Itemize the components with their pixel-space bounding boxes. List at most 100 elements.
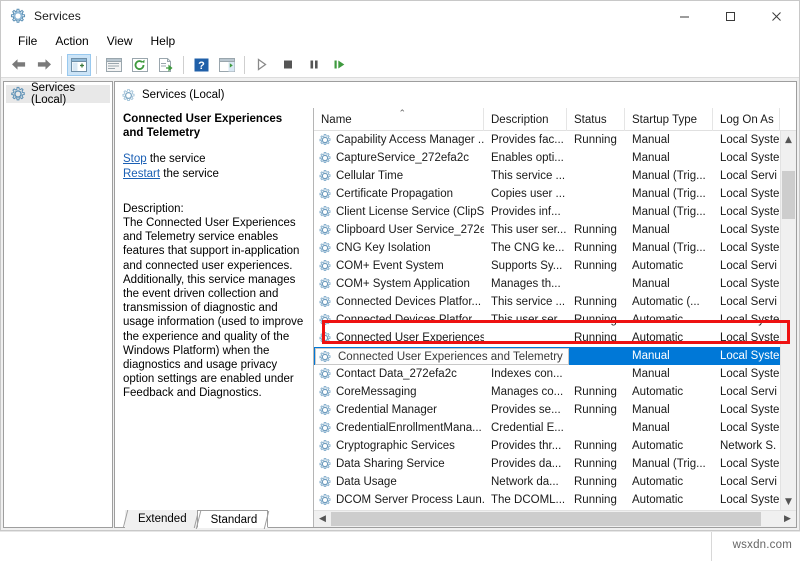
console-tree-icon[interactable] [67, 54, 91, 76]
stop-icon[interactable] [276, 54, 300, 76]
cell-description: The DCOML... [484, 491, 567, 509]
table-row[interactable]: Certificate PropagationCopies user ...Ma… [314, 185, 796, 203]
results-pane-label: Services (Local) [142, 89, 224, 101]
cell-status: Running [567, 257, 625, 275]
table-row[interactable]: CredentialEnrollmentMana...Credential E.… [314, 419, 796, 437]
scroll-down-arrow[interactable]: ▼ [781, 493, 796, 510]
column-header-label: Startup Type [632, 114, 697, 126]
table-row[interactable]: CoreMessagingManages co...RunningAutomat… [314, 383, 796, 401]
table-row[interactable]: CNG Key IsolationThe CNG ke...RunningMan… [314, 239, 796, 257]
cell-logon: Local Syste [713, 347, 780, 365]
column-header-status[interactable]: Status [567, 108, 625, 131]
forward-button[interactable] [32, 54, 56, 76]
cell-startup: Manual (Trig... [625, 239, 713, 257]
table-row[interactable]: Clipboard User Service_272e...This user … [314, 221, 796, 239]
horizontal-scroll-track[interactable] [331, 511, 779, 527]
menu-action[interactable]: Action [46, 32, 97, 51]
table-row[interactable]: Connected Devices Platfor...This service… [314, 293, 796, 311]
restart-icon[interactable] [328, 54, 352, 76]
column-header-logon[interactable]: Log On As [713, 108, 780, 131]
cell-logon: Local Syste [713, 455, 780, 473]
cell-startup: Automatic [625, 257, 713, 275]
watermark-label: wsxdn.com [733, 539, 792, 551]
cell-description: Enables opti... [484, 149, 567, 167]
table-row[interactable]: COM+ Event System Supports Sy...RunningAu… [314, 257, 796, 275]
table-row[interactable]: Connected Devices Platfor...This user se… [314, 311, 796, 329]
column-header-name[interactable]: Name⌃ [314, 108, 484, 131]
service-name-label: CaptureService_272efa2c [336, 149, 469, 167]
export-list-icon[interactable] [154, 54, 178, 76]
horizontal-scroll-thumb[interactable] [331, 512, 761, 526]
scroll-up-arrow[interactable]: ▲ [781, 131, 796, 148]
vertical-scroll-thumb[interactable] [782, 171, 795, 219]
minimize-button[interactable] [661, 1, 707, 31]
service-name-label: COM+ Event System [336, 257, 444, 275]
service-name-label: Clipboard User Service_272e... [336, 221, 484, 239]
cell-logon: Local Syste [713, 329, 780, 347]
tab-skew-left [195, 511, 208, 529]
back-button[interactable] [6, 54, 30, 76]
restart-service-link[interactable]: Restart [123, 168, 160, 180]
cell-description: This service ... [484, 293, 567, 311]
service-name-label: Contact Data_272efa2c [336, 365, 457, 383]
cell-startup: Manual (Trig... [625, 455, 713, 473]
table-row[interactable]: Capability Access Manager ...Provides fa… [314, 131, 796, 149]
properties-window-icon[interactable] [102, 54, 126, 76]
scroll-right-arrow[interactable]: ▶ [779, 511, 796, 527]
tree-node-services-local[interactable]: Services (Local) [6, 85, 110, 103]
service-description-text: The Connected User Experiences and Telem… [123, 216, 305, 401]
description-label: Description: [123, 202, 305, 216]
column-header-description[interactable]: Description [484, 108, 567, 131]
action-pane-icon[interactable] [215, 54, 239, 76]
column-header-startup[interactable]: Startup Type [625, 108, 713, 131]
play-icon[interactable] [250, 54, 274, 76]
cell-description: Provides inf... [484, 203, 567, 221]
table-row[interactable]: COM+ System ApplicationManages th...Manu… [314, 275, 796, 293]
question-mark-icon[interactable]: ? [189, 54, 213, 76]
cell-name: Data Sharing Service [314, 455, 484, 473]
close-button[interactable] [753, 1, 799, 31]
cell-logon: Local Syste [713, 419, 780, 437]
vertical-scrollbar[interactable]: ▲ ▼ [780, 131, 796, 510]
maximize-button[interactable] [707, 1, 753, 31]
toolbar-separator [61, 56, 62, 74]
table-row[interactable]: Cellular TimeThis service ...Manual (Tri… [314, 167, 796, 185]
pause-icon[interactable] [302, 54, 326, 76]
table-row[interactable]: DCOM Server Process Laun...The DCOML...R… [314, 491, 796, 509]
table-row[interactable]: Connected User Experiences and Telemetry… [314, 329, 796, 347]
cell-logon: Local Syste [713, 311, 780, 329]
toolbar-separator [183, 56, 184, 74]
cell-name: Cellular Time [314, 167, 484, 185]
cell-logon: Local Syste [713, 203, 780, 221]
service-gear-icon [318, 457, 332, 471]
scroll-left-arrow[interactable]: ◀ [314, 511, 331, 527]
table-row[interactable]: Credential ManagerProvides se...RunningM… [314, 401, 796, 419]
table-row[interactable]: Cryptographic ServicesProvides thr...Run… [314, 437, 796, 455]
table-row[interactable]: Data Sharing ServiceProvides da...Runnin… [314, 455, 796, 473]
table-row[interactable]: Contact Data_272efa2cIndexes con...Manua… [314, 365, 796, 383]
tab-standard[interactable]: Standard [197, 510, 269, 528]
window-frame: Services File Action View Help [0, 0, 800, 531]
menu-help[interactable]: Help [142, 32, 185, 51]
refresh-icon[interactable] [128, 54, 152, 76]
menu-file[interactable]: File [9, 32, 46, 51]
column-header-label: Log On As [720, 114, 774, 126]
table-row[interactable]: Data UsageNetwork da...RunningAutomaticL… [314, 473, 796, 491]
service-name-label: Cryptographic Services [336, 437, 455, 455]
service-name-label: Capability Access Manager ... [336, 131, 484, 149]
table-row[interactable]: CaptureService_272efa2cEnables opti...Ma… [314, 149, 796, 167]
cell-startup: Manual [625, 401, 713, 419]
cell-name: Cryptographic Services [314, 437, 484, 455]
cell-logon: Network S. [713, 437, 780, 455]
stop-service-link[interactable]: Stop [123, 153, 147, 165]
table-row[interactable]: Client License Service (ClipS...Provides… [314, 203, 796, 221]
list-rows-container: Capability Access Manager ...Provides fa… [314, 131, 796, 510]
sort-ascending-icon: ⌃ [399, 109, 407, 119]
cell-description: Network da... [484, 473, 567, 491]
menu-view[interactable]: View [98, 32, 142, 51]
cell-startup: Automatic [625, 491, 713, 509]
service-gear-icon [318, 475, 332, 489]
cell-description: Supports Sy... [484, 257, 567, 275]
horizontal-scrollbar[interactable]: ◀ ▶ [314, 510, 796, 527]
tab-extended[interactable]: Extended [125, 510, 197, 528]
